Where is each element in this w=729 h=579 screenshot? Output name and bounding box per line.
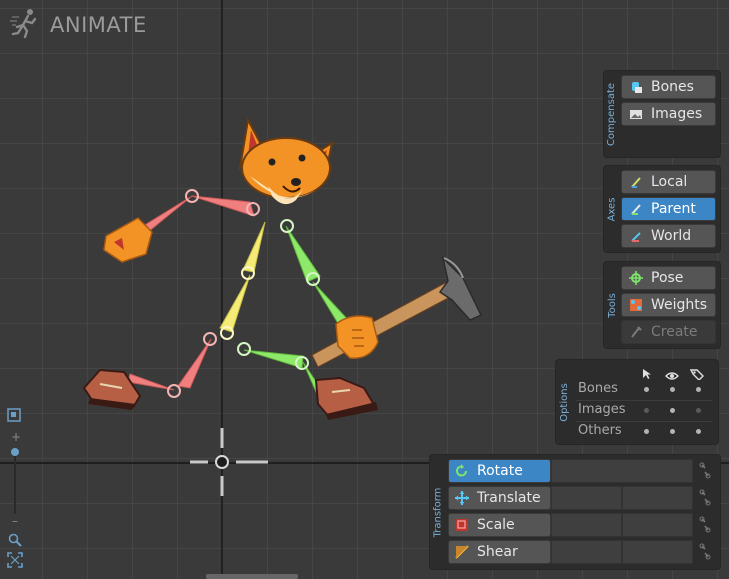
- images-select-toggle[interactable]: [644, 408, 649, 413]
- world-axes-icon: [628, 228, 644, 244]
- options-row-images: Images: [576, 400, 712, 422]
- transform-rotate-label: Rotate: [477, 463, 523, 479]
- fit-frame-icon[interactable]: [7, 408, 23, 428]
- scale-icon: [455, 518, 471, 532]
- transform-translate-button[interactable]: Translate: [448, 486, 551, 510]
- tools-weights-button[interactable]: Weights: [621, 293, 716, 317]
- transform-scale-button[interactable]: Scale: [448, 513, 551, 537]
- transform-title: Transform: [432, 487, 444, 537]
- scale-chain-link-icon[interactable]: [699, 516, 711, 534]
- images-lock-toggle[interactable]: [696, 408, 701, 413]
- compensate-images-button[interactable]: Images: [621, 102, 716, 126]
- bone-spine-upper[interactable]: [242, 221, 266, 273]
- fox-head-image[interactable]: [238, 116, 334, 205]
- create-bone-icon: [628, 324, 644, 340]
- zoom-in-label[interactable]: +: [11, 430, 21, 444]
- images-visible-toggle[interactable]: [670, 408, 675, 413]
- shear-x-field[interactable]: [551, 540, 622, 564]
- options-title: Options: [558, 382, 570, 422]
- options-panel: Options Bones Images Others: [555, 359, 719, 445]
- transform-rotate-button[interactable]: Rotate: [448, 459, 551, 483]
- zoom-controls: + –: [4, 406, 26, 572]
- translate-x-field[interactable]: [551, 486, 622, 510]
- bones-select-toggle[interactable]: [644, 387, 649, 392]
- pose-icon: [628, 270, 644, 286]
- compensate-images-label: Images: [651, 106, 703, 122]
- zoom-slider-handle[interactable]: [11, 448, 19, 456]
- bone-thigh-right[interactable]: [243, 349, 304, 369]
- mode-header: ANIMATE: [10, 8, 147, 42]
- joint-knee-left[interactable]: [167, 384, 181, 398]
- transform-translate-label: Translate: [477, 490, 541, 506]
- compensate-bones-button[interactable]: Bones: [621, 75, 716, 99]
- transform-scale-label: Scale: [477, 517, 515, 533]
- transform-shear-label: Shear: [477, 544, 518, 560]
- axes-world-label: World: [651, 228, 692, 244]
- compensate-panel: Compensate Bones Images: [603, 70, 721, 158]
- axes-local-label: Local: [651, 174, 688, 190]
- rotate-chain-link-icon[interactable]: [699, 462, 711, 480]
- options-row-others: Others: [576, 421, 712, 442]
- bones-visible-toggle[interactable]: [670, 387, 675, 392]
- bone-upper-arm-left[interactable]: [191, 195, 255, 217]
- joint-hip-left[interactable]: [203, 332, 217, 346]
- axes-panel: Axes Local Parent World: [603, 165, 721, 253]
- transform-shear-button[interactable]: Shear: [448, 540, 551, 564]
- parent-axes-icon: [628, 201, 644, 217]
- compensate-bones-label: Bones: [651, 79, 694, 95]
- tools-create-button[interactable]: Create: [621, 320, 716, 344]
- shear-icon: [455, 545, 471, 559]
- bone-lock-icon: [628, 79, 644, 95]
- tools-pose-label: Pose: [651, 270, 684, 286]
- tools-pose-button[interactable]: Pose: [621, 266, 716, 290]
- axes-title: Axes: [606, 197, 618, 221]
- fit-all-icon[interactable]: [7, 552, 23, 572]
- axes-parent-button[interactable]: Parent: [621, 197, 716, 221]
- mode-title: ANIMATE: [50, 13, 147, 37]
- others-lock-toggle[interactable]: [696, 429, 701, 434]
- rotate-value-field[interactable]: [551, 459, 693, 483]
- scale-y-field[interactable]: [622, 513, 693, 537]
- options-row-label: Images: [578, 402, 626, 417]
- tools-panel: Tools Pose Weights Create: [603, 261, 721, 349]
- tools-weights-label: Weights: [651, 297, 708, 313]
- others-select-toggle[interactable]: [644, 429, 649, 434]
- weights-icon: [628, 297, 644, 313]
- options-row-label: Bones: [578, 381, 618, 396]
- left-hand-image[interactable]: [103, 217, 153, 263]
- image-lock-icon: [628, 106, 644, 122]
- axes-local-button[interactable]: Local: [621, 170, 716, 194]
- options-row-bones: Bones: [576, 379, 712, 401]
- zoom-slider-track[interactable]: [14, 452, 16, 514]
- tools-create-label: Create: [651, 324, 698, 340]
- transform-panel: Transform Rotate Translate Scale Shear: [429, 454, 721, 570]
- translate-icon: [455, 491, 471, 505]
- others-visible-toggle[interactable]: [670, 429, 675, 434]
- magnifier-icon[interactable]: [8, 532, 22, 551]
- bones-lock-toggle[interactable]: [696, 387, 701, 392]
- tools-title: Tools: [606, 292, 618, 318]
- bone-thigh-left[interactable]: [177, 338, 212, 389]
- axes-world-button[interactable]: World: [621, 224, 716, 248]
- compensate-title: Compensate: [606, 82, 618, 146]
- right-boot-image[interactable]: [314, 376, 378, 420]
- bone-spine-lower[interactable]: [219, 274, 251, 333]
- root-origin-handle[interactable]: [190, 428, 268, 496]
- rotate-icon: [455, 464, 471, 478]
- options-row-label: Others: [578, 423, 622, 438]
- scale-x-field[interactable]: [551, 513, 622, 537]
- translate-chain-link-icon[interactable]: [699, 489, 711, 507]
- bone-forearm-left[interactable]: [138, 195, 193, 233]
- joint-chest[interactable]: [280, 219, 294, 233]
- shear-chain-link-icon[interactable]: [699, 543, 711, 561]
- shear-y-field[interactable]: [622, 540, 693, 564]
- running-figure-icon: [10, 7, 42, 43]
- joint-hip-right[interactable]: [237, 342, 251, 356]
- local-axes-icon: [628, 174, 644, 190]
- axes-parent-label: Parent: [651, 201, 696, 217]
- translate-y-field[interactable]: [622, 486, 693, 510]
- bottom-resize-handle[interactable]: [206, 574, 298, 579]
- zoom-out-label[interactable]: –: [12, 514, 18, 528]
